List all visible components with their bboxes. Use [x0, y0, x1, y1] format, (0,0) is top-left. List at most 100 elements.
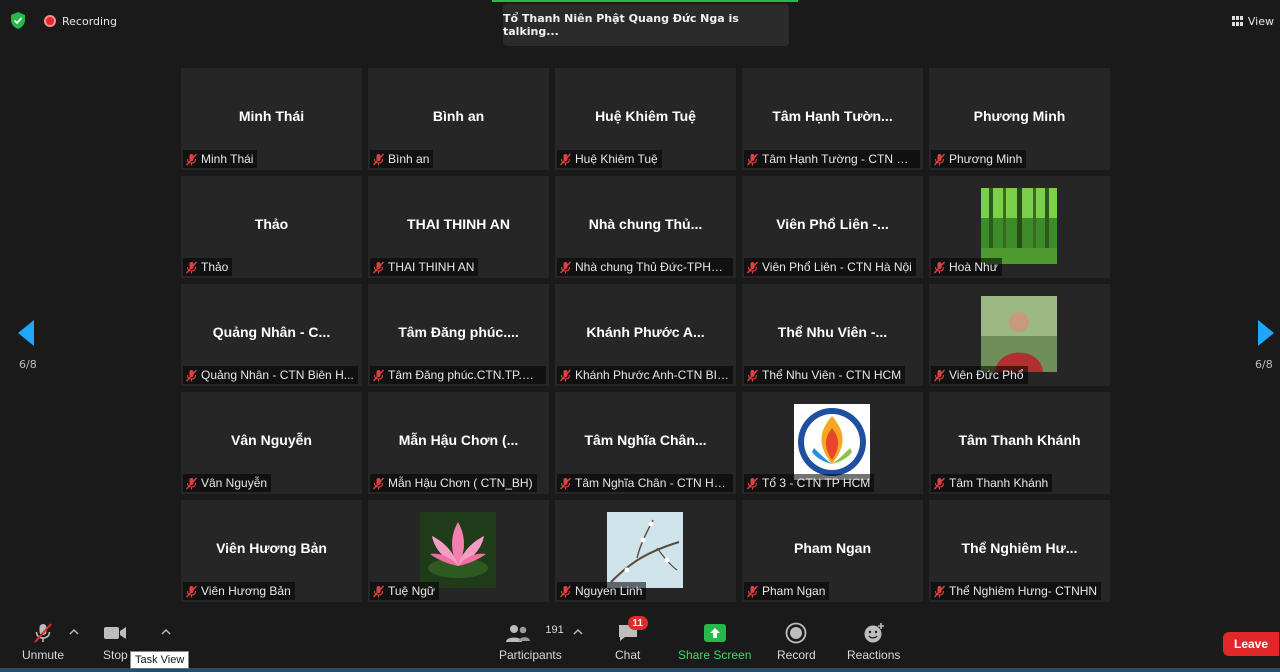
blossom-branch-avatar	[607, 512, 683, 588]
muted-mic-icon	[185, 585, 198, 597]
participant-tile[interactable]: Tâm Hạnh Tườn... Tâm Hạnh Tường - CTN Bì.…	[742, 68, 923, 170]
participant-display-name: Vân Nguyễn	[231, 432, 312, 448]
stop-video-button[interactable]: Stop	[103, 622, 128, 662]
active-speaker-bar	[492, 0, 798, 2]
participant-tile[interactable]: Khánh Phước A... Khánh Phước Anh-CTN BIÊ.…	[555, 284, 736, 386]
participant-display-name: Tâm Thanh Khánh	[958, 432, 1081, 448]
participant-tile[interactable]: Viên Phổ Liên -... Viên Phổ Liên - CTN Hà…	[742, 176, 923, 278]
participant-name-label: Tâm Hạnh Tường - CTN Bì...	[744, 150, 920, 168]
participant-name-label: THAI THINH AN	[370, 258, 479, 276]
participant-name-label: Tuệ Ngữ	[370, 582, 439, 600]
reactions-button[interactable]: Reactions	[847, 622, 900, 662]
top-bar: Recording Tổ Thanh Niên Phật Quang Đức N…	[0, 0, 1280, 46]
muted-mic-icon	[185, 477, 198, 489]
participant-label-text: Huệ Khiêm Tuệ	[575, 152, 658, 166]
participant-name-label: Minh Thái	[183, 150, 258, 168]
taskbar-edge	[0, 668, 1280, 672]
participant-tile[interactable]: Huệ Khiêm Tuệ Huệ Khiêm Tuệ	[555, 68, 736, 170]
participant-label-text: Tổ 3 - CTN TP HCM	[762, 476, 871, 490]
participant-tile[interactable]: Thảo Thảo	[181, 176, 362, 278]
participant-tile[interactable]: Viên Đức Phổ	[929, 284, 1110, 386]
participant-tile[interactable]: THAI THINH AN THAI THINH AN	[368, 176, 549, 278]
participant-name-label: Bình an	[370, 150, 434, 168]
participant-tile[interactable]: Nhà chung Thủ... Nhà chung Thủ Đức-TPHCM	[555, 176, 736, 278]
video-options-caret-icon[interactable]	[161, 628, 171, 636]
share-screen-button[interactable]: Share Screen	[678, 622, 751, 662]
participant-tile[interactable]: Vân Nguyễn Vân Nguyễn	[181, 392, 362, 494]
participant-tile[interactable]: Tuệ Ngữ	[368, 500, 549, 602]
participant-name-label: Tâm Đăng phúc.CTN.TP.HC...	[370, 366, 546, 384]
person-photo-avatar	[981, 296, 1057, 372]
participant-label-text: Thảo	[201, 260, 229, 274]
participant-tile[interactable]: Tâm Nghĩa Chân... Tâm Nghĩa Chân - CTN Hà…	[555, 392, 736, 494]
participant-label-text: Tâm Nghĩa Chân - CTN Hà ...	[575, 476, 729, 490]
muted-mic-icon	[933, 585, 946, 597]
muted-mic-icon	[746, 585, 759, 597]
participant-display-name: Minh Thái	[238, 108, 305, 124]
participants-button[interactable]: 191 Participants	[499, 622, 564, 662]
leave-button[interactable]: Leave	[1223, 632, 1279, 656]
share-screen-label: Share Screen	[678, 648, 752, 662]
muted-mic-icon	[372, 585, 385, 597]
video-icon-wrap	[103, 622, 127, 644]
muted-mic-icon	[559, 477, 572, 489]
next-page-arrow-icon[interactable]	[1256, 318, 1276, 348]
recording-indicator[interactable]: Recording	[38, 10, 123, 32]
participant-display-name: Quảng Nhân - C...	[212, 324, 331, 340]
lotus-flower-avatar	[420, 512, 496, 588]
participants-options-caret-icon[interactable]	[573, 628, 583, 636]
participant-label-text: Bình an	[388, 152, 430, 166]
record-label: Record	[777, 648, 816, 662]
participant-tile[interactable]: Nguyen Linh	[555, 500, 736, 602]
participant-tile[interactable]: Tổ 3 - CTN TP HCM	[742, 392, 923, 494]
participant-display-name: Huệ Khiêm Tuệ	[595, 108, 696, 124]
participant-display-name: Nhà chung Thủ...	[588, 216, 703, 232]
participant-tile[interactable]: Quảng Nhân - C... Quảng Nhân - CTN Biên H…	[181, 284, 362, 386]
share-screen-icon	[703, 624, 726, 642]
participant-tile[interactable]: Pham Ngan Pham Ngan	[742, 500, 923, 602]
forest-avatar-image	[981, 188, 1057, 264]
participant-name-label: Nhà chung Thủ Đức-TPHCM	[557, 258, 733, 276]
participant-tile[interactable]: Mẫn Hậu Chơn (... Mẫn Hậu Chơn ( CTN_BH)	[368, 392, 549, 494]
participant-tile[interactable]: Thể Nghiêm Hư... Thể Nghiêm Hưng- CTNHN	[929, 500, 1110, 602]
participant-tile[interactable]: Tâm Thanh Khánh Tâm Thanh Khánh	[929, 392, 1110, 494]
participant-tile[interactable]: Viên Hương Bản Viên Hương Bản	[181, 500, 362, 602]
muted-mic-icon	[933, 369, 946, 381]
participant-label-text: Viên Phổ Liên - CTN Hà Nội	[762, 260, 912, 274]
chat-button[interactable]: 11 Chat	[615, 616, 648, 662]
participants-count: 191	[545, 624, 564, 636]
participant-tile[interactable]: Bình an Bình an	[368, 68, 549, 170]
muted-mic-icon	[372, 153, 385, 165]
participant-label-text: Nhà chung Thủ Đức-TPHCM	[575, 260, 729, 274]
shield-icon[interactable]	[10, 12, 26, 29]
participant-tile[interactable]: Thể Nhu Viên -... Thể Nhu Viên - CTN HCM	[742, 284, 923, 386]
chat-badge: 11	[627, 616, 648, 630]
participant-label-text: Thể Nghiêm Hưng- CTNHN	[949, 584, 1098, 598]
view-label: View	[1247, 14, 1274, 28]
record-button[interactable]: Record	[777, 622, 816, 662]
participant-display-name: Thảo	[254, 216, 289, 232]
participant-label-text: Viên Đức Phổ	[949, 368, 1024, 382]
participant-tile[interactable]: Hoà Như	[929, 176, 1110, 278]
page-indicator-left: 6/8	[19, 358, 37, 371]
participant-name-label: Pham Ngan	[744, 582, 830, 600]
unmute-button[interactable]: Unmute	[22, 622, 64, 662]
muted-mic-icon	[372, 261, 385, 273]
participant-tile[interactable]: Minh Thái Minh Thái	[181, 68, 362, 170]
participant-label-text: Nguyen Linh	[575, 584, 643, 598]
talking-banner: Tổ Thanh Niên Phật Quang Đức Nga is talk…	[503, 4, 789, 46]
participant-display-name: Khánh Phước A...	[586, 324, 705, 340]
participant-tile[interactable]: Tâm Đăng phúc.... Tâm Đăng phúc.CTN.TP.HC…	[368, 284, 549, 386]
chat-label: Chat	[615, 648, 641, 662]
participant-name-label: Phương Minh	[931, 150, 1027, 168]
muted-mic-icon	[559, 261, 572, 273]
video-camera-icon	[104, 627, 127, 639]
participant-tile[interactable]: Phương Minh Phương Minh	[929, 68, 1110, 170]
chat-icon-wrap: 11	[616, 616, 648, 644]
audio-options-caret-icon[interactable]	[69, 628, 79, 636]
participant-display-name: Phương Minh	[973, 108, 1066, 124]
previous-page-arrow-icon[interactable]	[16, 318, 36, 348]
view-button[interactable]: View	[1226, 10, 1280, 32]
participants-icon-wrap: 191	[501, 622, 564, 644]
grid-view-icon	[1231, 16, 1244, 26]
